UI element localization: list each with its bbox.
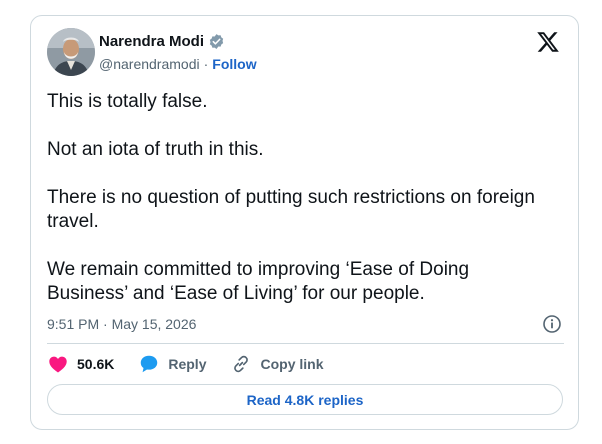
copy-link-label: Copy link [260,356,324,372]
link-icon [234,355,249,373]
tweet-paragraph: This is totally false. [47,91,208,112]
heart-icon [49,356,67,373]
tweet-text: This is totally false. Not an iota of tr… [47,90,547,306]
read-replies-button[interactable]: Read 4.8K replies [47,384,563,415]
tweet-paragraph: There is no question of putting such res… [47,187,535,232]
tweet-paragraph: Not an iota of truth in this. [47,139,264,160]
like-count: 50.6K [77,356,115,372]
reply-button[interactable]: Reply [138,353,206,375]
divider [47,343,564,344]
separator-dot: · [203,56,209,72]
author-name-row: Narendra Modi [99,33,225,50]
action-bar: 50.6K Reply Copy link [47,352,348,376]
author-handle[interactable]: @narendramodi [99,56,200,72]
tweet-embed-card: Narendra Modi @narendramodi · Follow Thi… [30,15,579,430]
avatar[interactable] [47,28,95,76]
info-icon[interactable] [542,314,562,334]
x-logo-icon[interactable] [536,30,560,54]
reply-bubble-icon [141,355,158,373]
verified-badge-icon [208,33,225,50]
author-name[interactable]: Narendra Modi [99,33,204,50]
copy-link-button[interactable]: Copy link [230,353,324,375]
tweet-paragraph: We remain committed to improving ‘Ease o… [47,259,470,304]
tweet-timestamp[interactable]: 9:51 PM · May 15, 2026 [47,316,196,332]
reply-label: Reply [168,356,207,372]
follow-link[interactable]: Follow [212,56,256,72]
timestamp-row: 9:51 PM · May 15, 2026 [47,314,562,334]
author-handle-row: @narendramodi · Follow [99,56,257,72]
like-button[interactable]: 50.6K [47,353,114,375]
